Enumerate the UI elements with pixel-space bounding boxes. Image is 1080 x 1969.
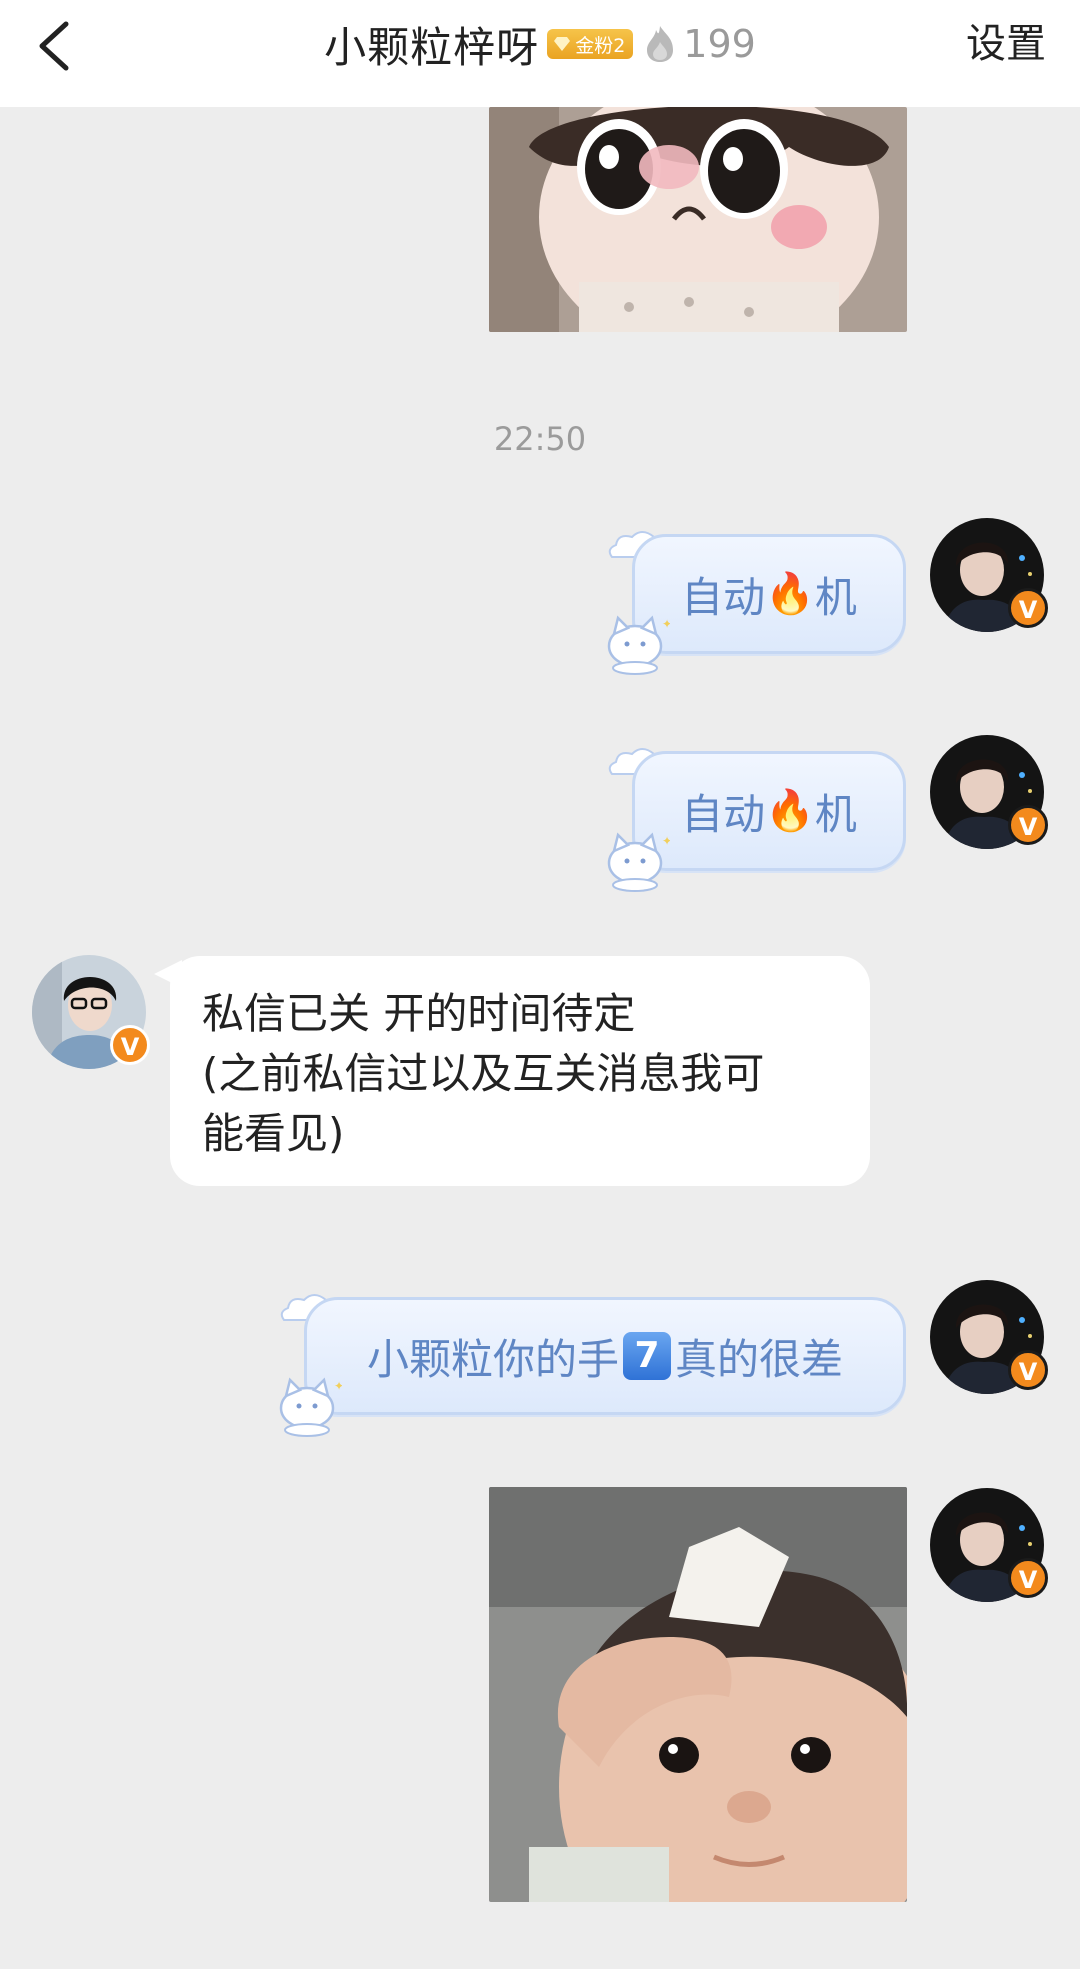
cat-sticker-icon: ✦ bbox=[279, 1377, 342, 1437]
fire-emoji: 🔥 bbox=[765, 788, 815, 834]
message-text-line: (之前私信过以及互关消息我可 bbox=[202, 1049, 765, 1098]
verified-icon: V bbox=[1008, 1558, 1048, 1598]
verified-icon: V bbox=[1008, 588, 1048, 628]
message-bubble[interactable]: 私信已关 开的时间待定 (之前私信过以及互关消息我可 能看见) bbox=[170, 956, 870, 1186]
message-bubble[interactable]: 自动 🔥 机 bbox=[632, 534, 906, 654]
message-timestamp: 22:50 bbox=[493, 420, 587, 458]
chat-header: 小颗粒梓呀 金粉2 199 设置 bbox=[0, 0, 1080, 107]
svg-text:✦: ✦ bbox=[334, 1379, 342, 1393]
sticker-image-baby[interactable] bbox=[489, 1487, 907, 1902]
cat-sticker-icon: ✦ bbox=[607, 832, 670, 892]
message-text: 机 bbox=[814, 789, 857, 839]
message-text: 小颗粒你的手 bbox=[366, 1334, 619, 1384]
fire-icon bbox=[647, 26, 674, 62]
message-text: 自动 bbox=[681, 572, 766, 622]
sticker-image-plush[interactable] bbox=[489, 107, 907, 332]
fire-count: 199 bbox=[683, 22, 756, 66]
message-bubble[interactable]: 自动 🔥 机 bbox=[632, 751, 906, 871]
diamond-icon bbox=[554, 37, 571, 51]
verified-icon: V bbox=[1008, 1350, 1048, 1390]
message-text: 自动 bbox=[681, 789, 766, 839]
my-avatar[interactable]: V bbox=[930, 518, 1048, 632]
svg-text:✦: ✦ bbox=[662, 834, 670, 848]
my-avatar[interactable]: V bbox=[930, 1280, 1048, 1394]
message-text-line: 私信已关 开的时间待定 bbox=[202, 989, 636, 1038]
verified-icon: V bbox=[110, 1025, 150, 1065]
verified-icon: V bbox=[1008, 805, 1048, 845]
fan-badge-label: 金粉2 bbox=[575, 34, 626, 57]
baby-photo-image bbox=[489, 1487, 907, 1902]
conversation-title[interactable]: 小颗粒梓呀 bbox=[324, 14, 539, 75]
svg-text:✦: ✦ bbox=[662, 617, 670, 631]
message-text: 真的很差 bbox=[675, 1334, 844, 1384]
message-bubble[interactable]: 小颗粒你的手 7 真的很差 bbox=[304, 1297, 906, 1415]
message-text: 机 bbox=[814, 572, 857, 622]
fan-level-badge[interactable]: 金粉2 bbox=[547, 29, 634, 59]
cat-sticker-icon: ✦ bbox=[607, 615, 670, 675]
my-avatar[interactable]: V bbox=[930, 1488, 1048, 1602]
keycap-seven-emoji: 7 bbox=[623, 1332, 671, 1380]
settings-button[interactable]: 设置 bbox=[966, 14, 1046, 74]
contact-avatar[interactable]: V bbox=[32, 955, 150, 1069]
my-avatar[interactable]: V bbox=[930, 735, 1048, 849]
message-text-line: 能看见) bbox=[202, 1109, 345, 1158]
fire-emoji: 🔥 bbox=[765, 571, 815, 617]
plush-doll-image bbox=[489, 107, 907, 332]
